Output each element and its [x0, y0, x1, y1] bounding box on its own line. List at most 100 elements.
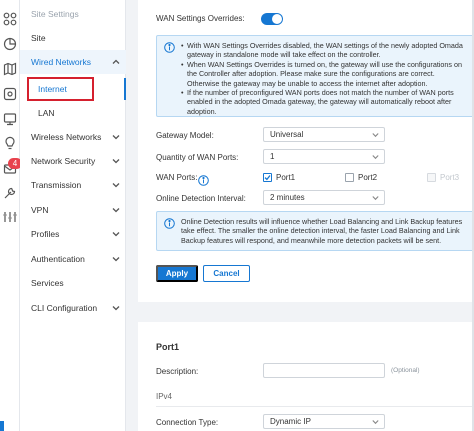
rail-active-indicator: [0, 421, 4, 431]
device-icon[interactable]: [3, 87, 17, 101]
sidebar-subitem-label: Internet: [38, 84, 67, 94]
description-hint: (Optional): [391, 367, 420, 374]
gateway-model-value: Universal: [270, 130, 304, 139]
wan-port2-label: Port2: [358, 173, 378, 182]
checkbox-box: [345, 173, 354, 182]
sidebar-item-cli-configuration[interactable]: CLI Configuration: [20, 296, 126, 320]
wan-quantity-label: Quantity of WAN Ports:: [156, 153, 239, 162]
chevron-down-icon: [112, 304, 120, 312]
wan-port1-label: Port1: [276, 173, 296, 182]
wan-settings-card: WAN Settings Overrides: With WAN Setting…: [138, 0, 474, 302]
sidebar-item-site[interactable]: Site: [20, 26, 126, 50]
chevron-down-icon: [112, 206, 120, 214]
info-line: With WAN Settings Overrides disabled, th…: [181, 41, 467, 60]
wan-port1-checkbox[interactable]: Port1: [263, 173, 295, 182]
settings-sidebar: Site Settings Site Wired Networks Intern…: [20, 0, 126, 431]
ipv4-section-title: IPv4: [156, 392, 173, 401]
chevron-down-icon: [112, 157, 120, 165]
sidebar-item-vpn[interactable]: VPN: [20, 198, 126, 222]
connection-type-row: Connection Type:: [156, 418, 263, 427]
gateway-model-label: Gateway Model:: [156, 131, 214, 140]
chevron-down-icon: [372, 419, 379, 425]
insight-icon[interactable]: [3, 112, 17, 126]
sidebar-item-label: Site: [31, 33, 46, 43]
sidebar-subitem-label: LAN: [38, 108, 55, 118]
connection-type-value: Dynamic IP: [270, 417, 311, 426]
grid-icon[interactable]: [3, 12, 17, 26]
wan-port3-label: Port3: [440, 173, 460, 182]
main-content: WAN Settings Overrides: With WAN Setting…: [126, 0, 474, 431]
chevron-down-icon: [112, 255, 120, 263]
info-icon: [164, 218, 175, 229]
chevron-up-icon: [112, 58, 120, 66]
sidebar-item-profiles[interactable]: Profiles: [20, 222, 126, 246]
description-row: Description:: [156, 367, 263, 376]
apply-button[interactable]: Apply: [156, 265, 198, 282]
sidebar-item-label: VPN: [31, 205, 49, 215]
toggle-knob: [272, 14, 282, 24]
sidebar-subitem-lan[interactable]: LAN: [20, 102, 126, 124]
wan-override-info-box: With WAN Settings Overrides disabled, th…: [156, 35, 474, 117]
sidebar-item-label: Wireless Networks: [31, 132, 102, 142]
connection-type-select[interactable]: Dynamic IP: [263, 414, 385, 429]
info-line: If the number of preconfigured WAN ports…: [181, 88, 467, 116]
chevron-down-icon: [372, 154, 379, 160]
sidebar-item-label: Services: [31, 278, 64, 288]
gateway-model-row: Gateway Model:: [156, 131, 263, 140]
chevron-down-icon: [372, 132, 379, 138]
app-root: 4 Site Settings Site Wired Networks Inte…: [0, 0, 474, 431]
info-icon: [164, 42, 175, 53]
sidebar-item-wired-networks[interactable]: Wired Networks: [20, 50, 126, 74]
tools-icon[interactable]: [3, 186, 17, 200]
detection-interval-row: Online Detection Interval:: [156, 194, 263, 203]
sidebar-item-transmission[interactable]: Transmission: [20, 173, 126, 197]
checkbox-box: [427, 173, 436, 182]
wan-quantity-select[interactable]: 1: [263, 149, 385, 164]
wan-override-label: WAN Settings Overrides:: [156, 14, 245, 23]
sidebar-item-label: Authentication: [31, 254, 85, 264]
chevron-down-icon: [112, 230, 120, 238]
detection-info-text: Online Detection results will influence …: [181, 217, 463, 245]
sidebar-item-wireless-networks[interactable]: Wireless Networks: [20, 125, 126, 149]
chevron-down-icon: [112, 181, 120, 189]
bulb-icon[interactable]: [3, 136, 17, 150]
wan-quantity-value: 1: [270, 152, 275, 161]
info-line: When WAN Settings Overrides is turned on…: [181, 60, 467, 88]
wan-quantity-row: Quantity of WAN Ports:: [156, 153, 263, 162]
settings-icon[interactable]: [3, 210, 17, 224]
icon-rail: 4: [0, 0, 22, 431]
wan-override-toggle[interactable]: [261, 13, 283, 25]
sidebar-subitem-internet[interactable]: Internet: [20, 78, 126, 100]
wan-port2-checkbox[interactable]: Port2: [345, 173, 377, 182]
wan-override-row: WAN Settings Overrides:: [156, 14, 245, 23]
section-divider: [156, 406, 474, 407]
sidebar-item-label: Wired Networks: [31, 57, 91, 67]
pie-chart-icon[interactable]: [3, 37, 17, 51]
detection-info-box: Online Detection results will influence …: [156, 211, 474, 251]
detection-interval-select[interactable]: 2 minutes: [263, 190, 385, 205]
sidebar-item-label: Network Security: [31, 156, 96, 166]
sidebar-item-label: CLI Configuration: [31, 303, 98, 313]
chevron-down-icon: [372, 195, 379, 201]
sidebar-item-services[interactable]: Services: [20, 271, 126, 295]
map-icon[interactable]: [3, 62, 17, 76]
description-input[interactable]: [263, 363, 385, 378]
sidebar-item-label: Transmission: [31, 180, 82, 190]
sidebar-title: Site Settings: [31, 9, 79, 19]
connection-type-label: Connection Type:: [156, 418, 219, 427]
port1-card: Port1 Description: (Optional) IPv4 Conne…: [138, 322, 474, 431]
port1-title: Port1: [156, 342, 180, 352]
cancel-button[interactable]: Cancel: [203, 265, 250, 282]
detection-interval-value: 2 minutes: [270, 193, 305, 202]
sidebar-item-authentication[interactable]: Authentication: [20, 247, 126, 271]
wan-port3-checkbox: Port3: [427, 173, 459, 182]
chevron-down-icon: [112, 133, 120, 141]
description-label: Description:: [156, 367, 199, 376]
checkbox-box: [263, 173, 272, 182]
detection-interval-label: Online Detection Interval:: [156, 194, 246, 203]
sidebar-item-network-security[interactable]: Network Security: [20, 149, 126, 173]
info-icon[interactable]: [198, 173, 209, 186]
wan-ports-label: WAN Ports:: [156, 173, 198, 182]
wan-ports-row: WAN Ports:: [156, 173, 197, 182]
gateway-model-select[interactable]: Universal: [263, 127, 385, 142]
